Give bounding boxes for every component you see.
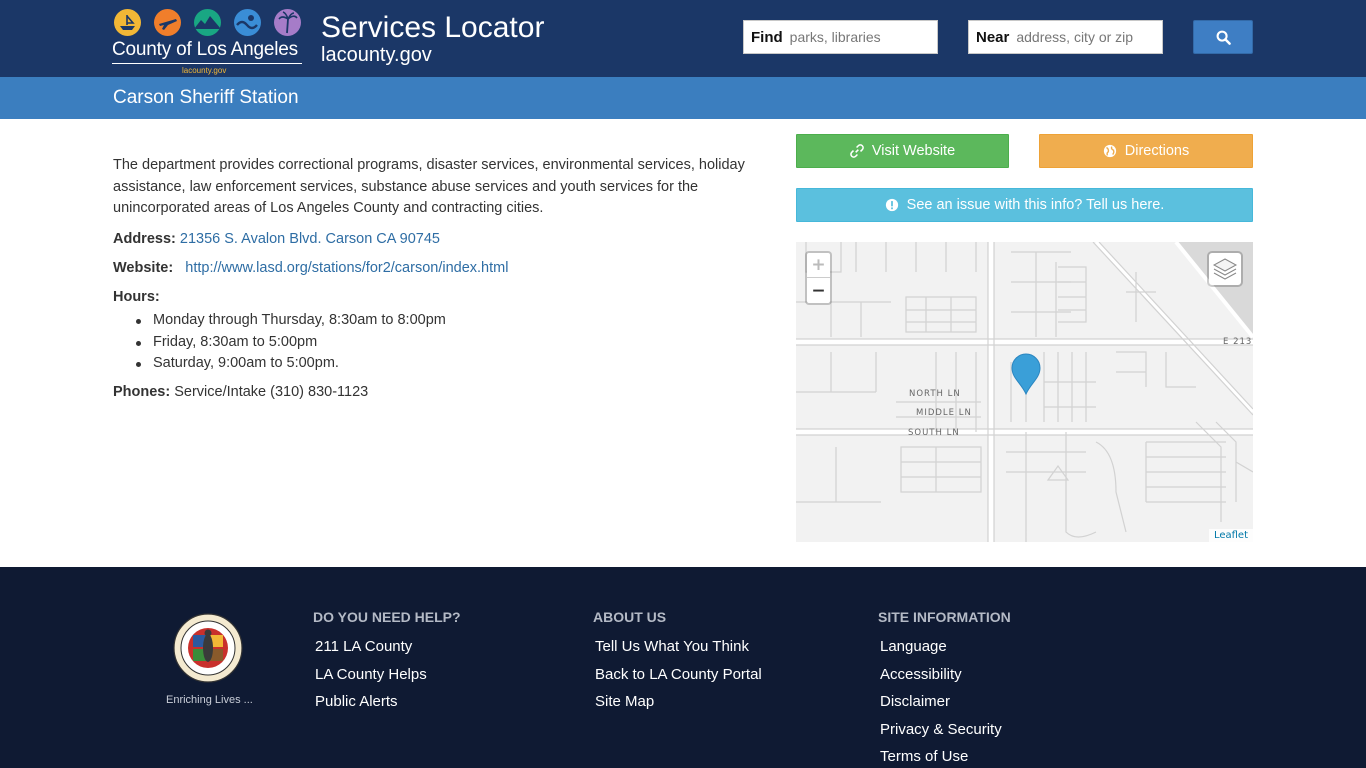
find-input[interactable] [789,29,930,45]
hours-label: Hours: [113,289,160,305]
phones-label: Phones: [113,384,171,400]
footer-link-disclaimer[interactable]: Disclaimer [880,693,950,710]
report-issue-label: See an issue with this info? Tell us her… [906,197,1165,213]
site-info-heading: SITE INFORMATION [878,609,1011,625]
site-subtitle[interactable]: lacounty.gov [321,44,432,67]
zoom-in-button[interactable]: + [807,253,830,278]
street-label: NORTH LN [909,389,961,399]
palm-icon [274,9,301,36]
site-title[interactable]: Services Locator [321,11,544,45]
find-field: Find [743,20,938,54]
title-bar: Carson Sheriff Station [0,77,1366,119]
site-header: County of Los Angeles lacounty.gov Servi… [0,0,1366,77]
logo-divider [112,63,302,64]
logo-icons [114,9,304,37]
address-row: Address: 21356 S. Avalon Blvd. Carson CA… [113,231,440,247]
county-seal-icon[interactable] [173,613,243,683]
street-label: SOUTH LN [908,428,960,438]
footer-link-site-map[interactable]: Site Map [595,693,654,710]
page-title: Carson Sheriff Station [113,87,299,108]
search-icon [1216,30,1231,45]
phones-row: Phones: Service/Intake (310) 830-1123 [113,384,368,400]
mountain-icon [194,9,221,36]
visit-website-button[interactable]: Visit Website [796,134,1009,168]
footer-link-terms[interactable]: Terms of Use [880,748,968,765]
footer-link-public-alerts[interactable]: Public Alerts [315,693,398,710]
directions-button[interactable]: Directions [1039,134,1253,168]
footer-link-privacy[interactable]: Privacy & Security [880,721,1002,738]
footer-tagline: Enriching Lives ... [166,694,253,706]
hours-item: Monday through Thursday, 8:30am to 8:00p… [133,310,446,332]
website-label: Website: [113,260,174,276]
footer-link-la-county-helps[interactable]: LA County Helps [315,666,427,683]
address-label: Address: [113,231,176,247]
footer-link-211[interactable]: 211 LA County [315,638,412,655]
wave-icon [234,9,261,36]
layers-button[interactable] [1207,251,1243,287]
map-attribution[interactable]: Leaflet [1208,529,1253,542]
website-link[interactable]: http://www.lasd.org/stations/for2/carson… [185,260,508,276]
help-heading: DO YOU NEED HELP? [313,609,461,625]
find-label: Find [751,28,783,46]
footer-link-feedback[interactable]: Tell Us What You Think [595,638,749,655]
service-description: The department provides correctional pro… [113,157,745,216]
footer-link-portal[interactable]: Back to LA County Portal [595,666,762,683]
plane-icon [154,9,181,36]
logo-subtext: lacounty.gov [182,66,227,75]
street-label: E 213 [1223,337,1253,347]
hours-item: Friday, 8:30am to 5:00pm [133,332,446,354]
hours-item: Saturday, 9:00am to 5:00pm. [133,353,446,375]
report-issue-button[interactable]: See an issue with this info? Tell us her… [796,188,1253,222]
link-icon [850,144,864,158]
hours-list: Monday through Thursday, 8:30am to 8:00p… [133,310,446,375]
near-field: Near [968,20,1163,54]
zoom-control: + − [805,251,832,305]
exclamation-circle-icon [885,198,899,212]
map-marker-icon[interactable] [1011,353,1041,395]
visit-website-label: Visit Website [871,143,956,159]
footer-link-language[interactable]: Language [880,638,947,655]
near-input[interactable] [1016,29,1159,45]
layers-icon [1212,258,1238,280]
zoom-out-button[interactable]: − [807,278,830,303]
logo-text: County of Los Angeles [112,39,298,60]
address-link[interactable]: 21356 S. Avalon Blvd. Carson CA 90745 [180,231,440,247]
search-button[interactable] [1193,20,1253,54]
phones-value: Service/Intake (310) 830-1123 [174,384,369,400]
street-label: MIDDLE LN [916,408,972,418]
hours-row: Hours: [113,289,160,305]
globe-icon [1103,144,1117,158]
near-label: Near [976,28,1010,46]
ship-icon [114,9,141,36]
about-heading: ABOUT US [593,609,667,625]
website-row: Website: http://www.lasd.org/stations/fo… [113,260,508,276]
location-map[interactable]: NORTH LN MIDDLE LN SOUTH LN E 213 + − Le… [796,242,1253,542]
county-logo[interactable]: County of Los Angeles lacounty.gov [112,9,304,75]
footer-link-accessibility[interactable]: Accessibility [880,666,962,683]
directions-label: Directions [1124,143,1190,159]
